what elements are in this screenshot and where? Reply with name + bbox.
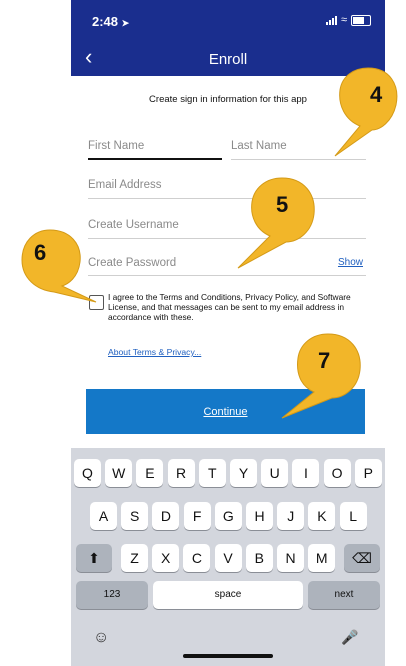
email-input[interactable]: Email Address bbox=[88, 179, 162, 191]
key-z[interactable]: Z bbox=[121, 544, 148, 572]
callout-6-number: 6 bbox=[34, 240, 47, 265]
username-underline bbox=[88, 238, 366, 239]
key-y[interactable]: Y bbox=[230, 459, 257, 487]
keyboard-row-4: 123 space next bbox=[71, 581, 385, 609]
status-time: 2:48 ➤ bbox=[92, 14, 129, 29]
key-j[interactable]: J bbox=[277, 502, 305, 530]
battery-icon bbox=[351, 14, 371, 26]
key-g[interactable]: G bbox=[214, 502, 242, 530]
status-time-text: 2:48 bbox=[92, 14, 119, 29]
key-f[interactable]: F bbox=[183, 502, 211, 530]
next-key[interactable]: next bbox=[308, 581, 380, 609]
numbers-key[interactable]: 123 bbox=[76, 581, 148, 609]
key-v[interactable]: V bbox=[214, 544, 242, 572]
key-l[interactable]: L bbox=[339, 502, 367, 530]
about-terms-link[interactable]: About Terms & Privacy... bbox=[108, 347, 201, 357]
key-t[interactable]: T bbox=[198, 459, 226, 487]
key-c[interactable]: C bbox=[183, 544, 211, 572]
callout-5-number: 5 bbox=[276, 192, 289, 217]
callout-4-shape bbox=[334, 67, 398, 157]
key-q[interactable]: Q bbox=[74, 459, 101, 487]
delete-key[interactable]: ⌫ bbox=[344, 544, 380, 572]
keyboard: QWERTYUIOP ASDFGHJKL ⬆ ⌫ ZXCVBNM 123 spa… bbox=[71, 448, 385, 666]
emoji-face-icon[interactable]: ☺ bbox=[93, 629, 109, 647]
key-e[interactable]: E bbox=[136, 459, 164, 487]
key-p[interactable]: P bbox=[354, 459, 382, 487]
first-name-input[interactable]: First Name bbox=[88, 140, 144, 152]
shift-arrow-icon: ⬆ bbox=[88, 550, 100, 566]
key-w[interactable]: W bbox=[105, 459, 133, 487]
key-i[interactable]: I bbox=[292, 459, 320, 487]
callout-7-number: 7 bbox=[318, 348, 331, 373]
first-name-underline bbox=[88, 158, 222, 160]
key-o[interactable]: O bbox=[323, 459, 351, 487]
key-n[interactable]: N bbox=[277, 544, 304, 572]
callout-4: 4 bbox=[330, 60, 406, 165]
microphone-icon[interactable]: 🎤 bbox=[341, 629, 358, 646]
key-k[interactable]: K bbox=[308, 502, 336, 530]
last-name-input[interactable]: Last Name bbox=[231, 140, 287, 152]
keyboard-row-3: ⬆ ⌫ ZXCVBNM bbox=[71, 544, 385, 572]
key-b[interactable]: B bbox=[245, 544, 273, 572]
cellular-signal-icon bbox=[325, 15, 337, 25]
shift-key[interactable]: ⬆ bbox=[76, 544, 112, 572]
show-password-link[interactable]: Show bbox=[338, 257, 363, 268]
key-h[interactable]: H bbox=[246, 502, 273, 530]
delete-backspace-icon: ⌫ bbox=[352, 550, 372, 566]
callout-4-number: 4 bbox=[370, 82, 383, 107]
home-indicator bbox=[183, 654, 273, 658]
callout-6-shape bbox=[21, 229, 97, 303]
key-a[interactable]: A bbox=[90, 502, 117, 530]
status-icons: ≈ bbox=[325, 14, 371, 26]
email-underline bbox=[88, 198, 366, 199]
terms-text: I agree to the Terms and Conditions, Pri… bbox=[108, 292, 351, 322]
callout-7-shape bbox=[281, 333, 361, 419]
keyboard-row-1: QWERTYUIOP bbox=[71, 459, 385, 487]
callout-7: 7 bbox=[280, 330, 370, 425]
callout-5: 5 bbox=[232, 172, 320, 277]
key-r[interactable]: R bbox=[167, 459, 195, 487]
space-key[interactable]: space bbox=[153, 581, 303, 609]
callout-6: 6 bbox=[12, 222, 102, 317]
key-d[interactable]: D bbox=[152, 502, 180, 530]
wifi-icon: ≈ bbox=[340, 14, 347, 26]
callout-5-shape bbox=[237, 177, 315, 269]
key-s[interactable]: S bbox=[121, 502, 149, 530]
location-arrow-icon: ➤ bbox=[121, 18, 130, 28]
key-m[interactable]: M bbox=[308, 544, 336, 572]
password-underline bbox=[88, 275, 366, 276]
key-x[interactable]: X bbox=[152, 544, 180, 572]
key-u[interactable]: U bbox=[261, 459, 289, 487]
keyboard-row-2: ASDFGHJKL bbox=[71, 502, 385, 530]
